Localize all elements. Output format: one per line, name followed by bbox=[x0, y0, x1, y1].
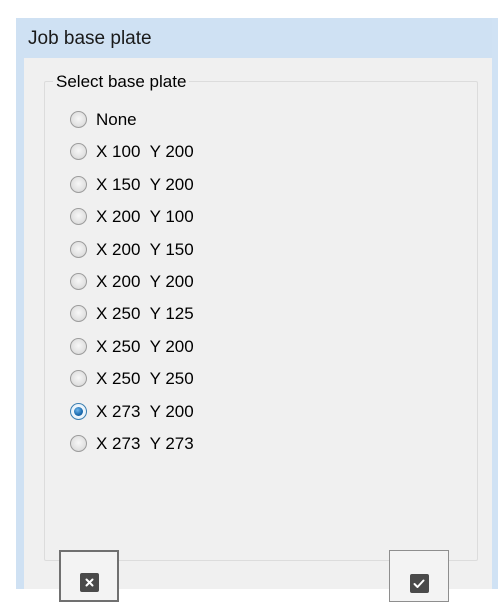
radio-label: X 250 Y 200 bbox=[96, 336, 194, 356]
radio-option-x200-y100[interactable]: X 200 Y 100 bbox=[70, 207, 194, 239]
radio-option-x200-y150[interactable]: X 200 Y 150 bbox=[70, 240, 194, 272]
radio-button[interactable] bbox=[70, 402, 87, 420]
radio-option-x100-y200[interactable]: X 100 Y 200 bbox=[70, 142, 194, 174]
radio-label: X 250 Y 125 bbox=[96, 304, 194, 324]
checkmark-icon bbox=[409, 574, 429, 593]
radio-option-none[interactable]: None bbox=[70, 110, 194, 142]
radio-label: X 200 Y 200 bbox=[96, 271, 194, 291]
radio-button[interactable] bbox=[70, 305, 87, 323]
confirm-button[interactable] bbox=[389, 550, 449, 602]
radio-label: X 150 Y 200 bbox=[96, 174, 194, 194]
close-icon bbox=[79, 573, 99, 592]
radio-label: X 250 Y 250 bbox=[96, 369, 194, 389]
radio-label: X 200 Y 150 bbox=[96, 239, 194, 259]
radio-option-x273-y200[interactable]: X 273 Y 200 bbox=[70, 402, 194, 434]
base-plate-groupbox: Select base plate None X 100 Y 200 X 150… bbox=[44, 72, 478, 561]
cancel-button[interactable] bbox=[59, 550, 119, 602]
window-right-edge bbox=[492, 18, 498, 589]
radio-button[interactable] bbox=[70, 143, 87, 161]
radio-button[interactable] bbox=[70, 111, 87, 128]
radio-label: None bbox=[96, 110, 137, 129]
radio-option-x273-y273[interactable]: X 273 Y 273 bbox=[70, 434, 194, 466]
base-plate-radio-list: None X 100 Y 200 X 150 Y 200 X 200 Y 100 bbox=[70, 110, 194, 466]
dialog-client-area: Select base plate None X 100 Y 200 X 150… bbox=[24, 58, 498, 602]
radio-button[interactable] bbox=[70, 434, 87, 452]
radio-label: X 200 Y 100 bbox=[96, 207, 194, 227]
radio-button[interactable] bbox=[70, 208, 87, 226]
radio-selected-dot bbox=[74, 406, 83, 416]
radio-option-x250-y125[interactable]: X 250 Y 125 bbox=[70, 304, 194, 336]
radio-button[interactable] bbox=[70, 240, 87, 258]
radio-label: X 273 Y 200 bbox=[96, 401, 194, 421]
radio-label: X 100 Y 200 bbox=[96, 142, 194, 162]
radio-option-x250-y200[interactable]: X 250 Y 200 bbox=[70, 337, 194, 369]
radio-option-x150-y200[interactable]: X 150 Y 200 bbox=[70, 175, 194, 207]
radio-option-x200-y200[interactable]: X 200 Y 200 bbox=[70, 272, 194, 304]
radio-button[interactable] bbox=[70, 370, 87, 388]
radio-button[interactable] bbox=[70, 337, 87, 355]
radio-label: X 273 Y 273 bbox=[96, 433, 194, 453]
window-title: Job base plate bbox=[28, 28, 152, 49]
radio-button[interactable] bbox=[70, 175, 87, 193]
radio-option-x250-y250[interactable]: X 250 Y 250 bbox=[70, 369, 194, 401]
groupbox-legend: Select base plate bbox=[53, 72, 190, 92]
radio-button[interactable] bbox=[70, 272, 87, 290]
dialog-window: Job base plate Select base plate None X … bbox=[16, 18, 498, 602]
